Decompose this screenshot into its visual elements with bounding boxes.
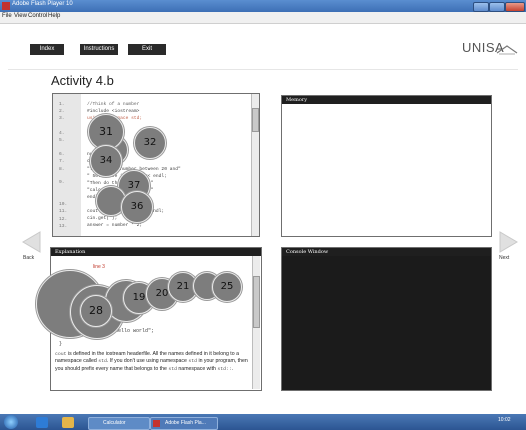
header-divider <box>8 69 518 70</box>
code-scroll-thumb[interactable] <box>252 108 259 132</box>
code-line: cin.get( ); <box>87 216 118 221</box>
line-number: 10. <box>59 202 68 207</box>
line-number: 13. <box>59 224 68 229</box>
close-window-button[interactable] <box>505 2 525 12</box>
explanation-line-marker: line 3 <box>93 264 105 270</box>
menu-help[interactable]: Help <box>48 13 60 19</box>
start-orb-icon[interactable] <box>4 415 18 429</box>
line-number: 6. <box>59 152 65 157</box>
number-bubble: 36 <box>121 191 153 223</box>
taskbar-flash-player[interactable]: Adobe Flash Pla... <box>150 417 218 430</box>
index-button[interactable]: Index <box>30 44 64 55</box>
folder-icon[interactable] <box>62 417 74 428</box>
number-bubble: 34 <box>90 145 122 177</box>
next-label[interactable]: Next <box>499 255 509 261</box>
menu-file[interactable]: File <box>2 13 12 19</box>
flash-app-icon <box>2 2 10 10</box>
app-header <box>0 24 526 70</box>
number-bubble: 28 <box>80 295 112 327</box>
line-number: 8. <box>59 167 65 172</box>
taskbar-flash-label: Adobe Flash Pla... <box>165 420 206 426</box>
back-label[interactable]: Back <box>23 255 34 261</box>
minimize-button[interactable] <box>473 2 489 12</box>
taskbar-calculator-label: Calculator <box>103 420 126 426</box>
taskbar <box>0 414 526 430</box>
code-scrollbar[interactable] <box>251 94 259 236</box>
menu-bar: File View Control Help <box>0 12 526 24</box>
line-number: 3. <box>59 116 65 121</box>
line-number: 9. <box>59 180 65 185</box>
activity-title: Activity 4.b <box>51 73 114 88</box>
line-number: 4. <box>59 131 65 136</box>
code-line: answer = number * 2; <box>87 223 143 228</box>
line-number: 5. <box>59 138 65 143</box>
back-arrow-icon[interactable] <box>20 230 44 254</box>
number-bubble: 32 <box>134 127 166 159</box>
explanation-text: cout is defined in the iostream headerfi… <box>55 351 248 372</box>
line-number-gutter <box>53 94 81 236</box>
explanation-title: Explanation <box>51 248 261 256</box>
window-title: Adobe Flash Player 10 <box>12 1 73 7</box>
menu-control[interactable]: Control <box>28 13 47 19</box>
console-window-panel: Console Window <box>281 247 492 391</box>
taskbar-calculator[interactable]: Calculator <box>88 417 150 430</box>
number-bubble: 25 <box>212 272 242 302</box>
line-number: 2. <box>59 109 65 114</box>
memory-title: Memory <box>282 96 491 104</box>
code-panel: 1. 2. 3. 4. 5. 6. 7. 8. 9. 10. 11. 12. 1… <box>52 93 260 237</box>
maximize-button[interactable] <box>489 2 505 12</box>
instructions-button[interactable]: Instructions <box>80 44 118 55</box>
code-line: //Think of a number <box>87 102 140 107</box>
window-title-bar: Adobe Flash Player 10 <box>0 0 526 12</box>
next-arrow-icon[interactable] <box>496 230 520 254</box>
memory-panel: Memory <box>281 95 492 237</box>
line-number: 12. <box>59 217 68 222</box>
line-number: 7. <box>59 159 65 164</box>
explanation-code-brace: } <box>59 341 63 347</box>
explanation-scrollbar[interactable] <box>252 256 260 389</box>
clock[interactable]: 10:02 <box>498 417 511 423</box>
internet-explorer-icon[interactable] <box>36 417 48 428</box>
console-window-title: Console Window <box>282 248 491 256</box>
code-line: #include <iostream> <box>87 109 140 114</box>
exit-button[interactable]: Exit <box>128 44 166 55</box>
line-number: 1. <box>59 102 65 107</box>
flash-app-icon <box>153 420 160 427</box>
menu-view[interactable]: View <box>14 13 27 19</box>
line-number: 11. <box>59 209 68 214</box>
explanation-scroll-thumb[interactable] <box>253 276 260 328</box>
unisa-logo-icon <box>496 45 518 55</box>
